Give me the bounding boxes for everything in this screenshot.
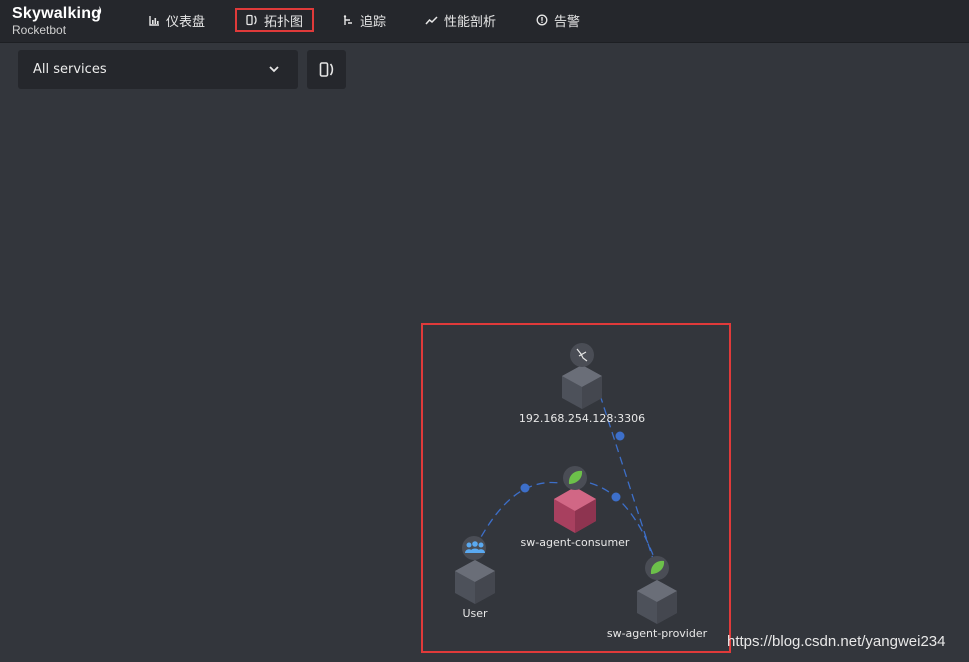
node-label-user: User (462, 607, 488, 620)
watermark-text: https://blog.csdn.net/yangwei234 (727, 633, 946, 650)
topology-graph (455, 343, 677, 624)
node-label-provider: sw-agent-provider (606, 627, 708, 640)
link-dot[interactable] (520, 483, 530, 493)
link-dot[interactable] (615, 431, 625, 441)
node-label-mysql: 192.168.254.128:3306 (518, 412, 646, 425)
node-user[interactable] (455, 536, 495, 604)
node-provider[interactable] (637, 556, 677, 624)
node-label-consumer: sw-agent-consumer (520, 536, 630, 549)
node-consumer[interactable] (554, 466, 596, 533)
link-dot[interactable] (611, 492, 621, 502)
node-mysql[interactable] (562, 343, 602, 409)
